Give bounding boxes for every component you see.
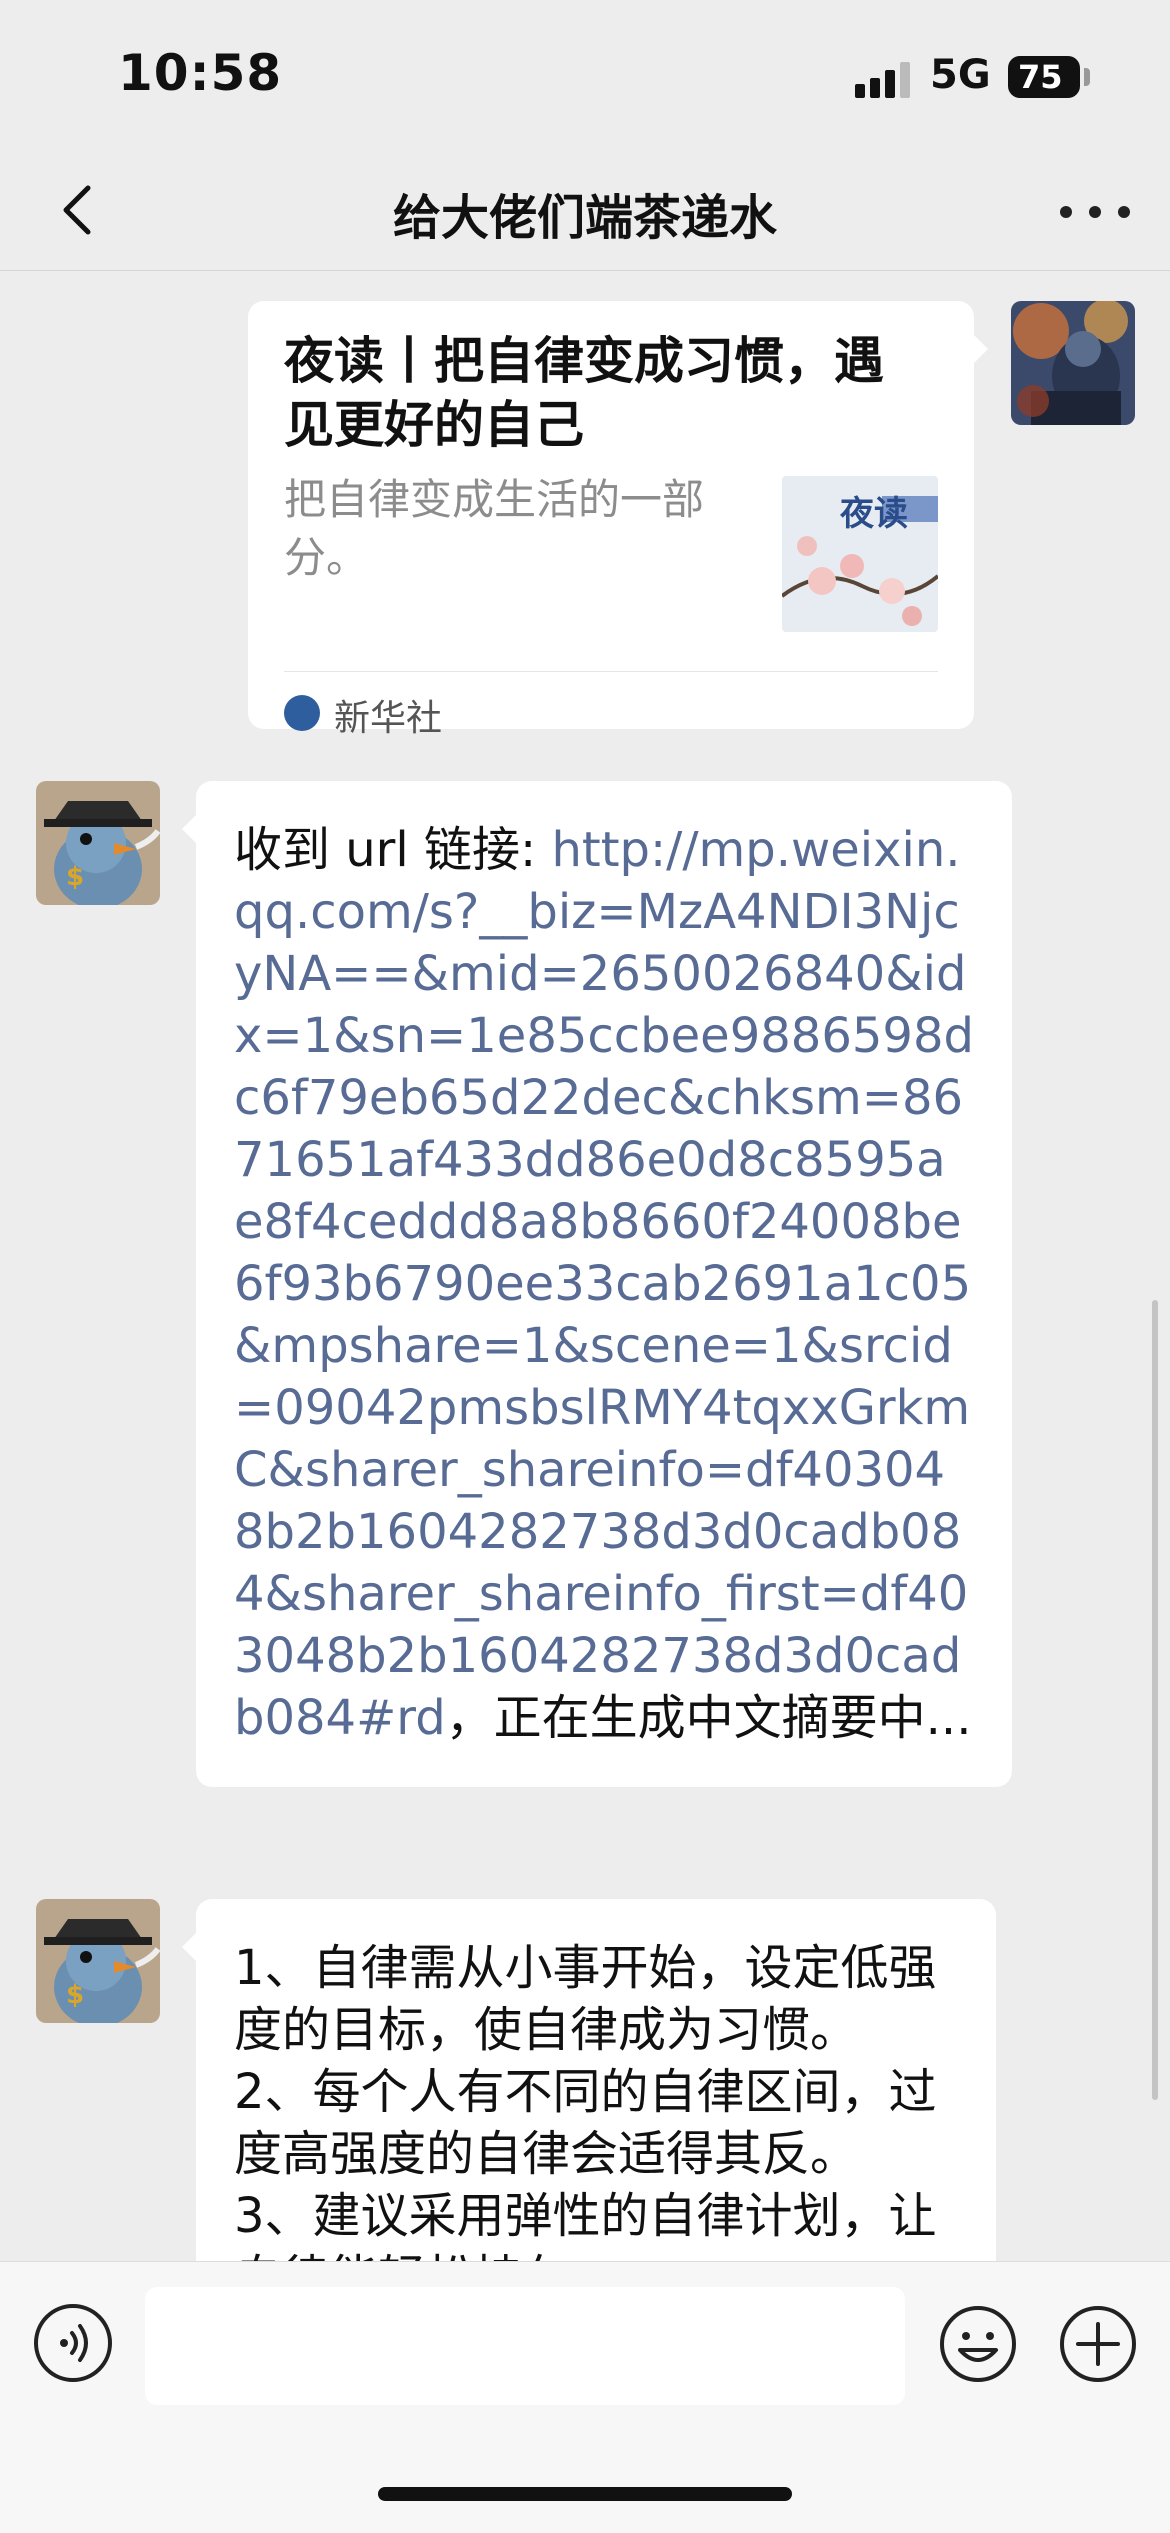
voice-input-button[interactable]: [34, 2304, 112, 2382]
article-card[interactable]: 夜读丨把自律变成习惯，遇见更好的自己 把自律变成生活的一部分。 夜读 新华社: [248, 301, 974, 739]
more-actions-button[interactable]: [1058, 2304, 1138, 2384]
message-prefix: 收到 url 链接:: [234, 822, 552, 878]
scrollbar[interactable]: [1152, 1300, 1158, 2100]
more-options-button[interactable]: [1060, 202, 1130, 222]
chat-title: 给大佬们端茶递水: [392, 190, 777, 246]
bot-avatar[interactable]: $: [36, 781, 160, 905]
emoji-button[interactable]: [938, 2304, 1018, 2384]
message-list[interactable]: 夜读丨把自律变成习惯，遇见更好的自己 把自律变成生活的一部分。 夜读 新华社 $…: [0, 271, 1170, 2261]
message-input[interactable]: [145, 2287, 905, 2405]
summary-line: 2、每个人有不同的自律区间，过度高强度的自律会适得其反。: [234, 2064, 937, 2182]
article-title: 夜读丨把自律变成习惯，遇见更好的自己: [284, 332, 884, 454]
cellular-signal-icon: [855, 62, 915, 98]
message-text: 收到 url 链接: http://mp.weixin.qq.com/s?__b…: [196, 781, 1012, 1787]
status-time: 10:58: [118, 44, 283, 102]
my-avatar[interactable]: [1011, 301, 1135, 425]
message-bubble[interactable]: 1、自律需从小事开始，设定低强度的目标，使自律成为习惯。 2、每个人有不同的自律…: [196, 1899, 996, 2261]
message-bubble[interactable]: 收到 url 链接: http://mp.weixin.qq.com/s?__b…: [196, 781, 1012, 1787]
svg-text:$: $: [66, 862, 84, 892]
bubble-tail: [182, 1933, 196, 1961]
battery-level: 75: [1018, 58, 1063, 96]
svg-text:$: $: [66, 1980, 84, 2010]
network-type: 5G: [930, 52, 991, 98]
thumbnail-caption: 夜读: [840, 494, 908, 534]
bot-avatar[interactable]: $: [36, 1899, 160, 2023]
plus-icon: [1060, 2306, 1136, 2382]
bubble-tail: [182, 815, 196, 843]
voice-icon: [60, 2324, 88, 2362]
message-text: 1、自律需从小事开始，设定低强度的目标，使自律成为习惯。 2、每个人有不同的自律…: [196, 1899, 996, 2261]
url-link[interactable]: http://mp.weixin.qq.com/s?__biz=MzA4NDI3…: [234, 822, 974, 1746]
card-divider: [284, 671, 938, 672]
source-name: 新华社: [334, 698, 443, 739]
article-description: 把自律变成生活的一部分。: [284, 475, 705, 582]
battery-icon: 75: [1008, 56, 1080, 98]
smiley-icon: [940, 2306, 1016, 2382]
summary-line: 1、自律需从小事开始，设定低强度的目标，使自律成为习惯。: [234, 1940, 937, 2058]
message-suffix: ，正在生成中文摘要中...: [445, 1690, 972, 1746]
chat-header: 给大佬们端茶递水: [0, 150, 1170, 271]
bubble-tail: [974, 335, 988, 363]
battery-cap: [1084, 68, 1090, 86]
status-bar: 10:58 5G 75: [0, 0, 1170, 150]
article-thumbnail: 夜读: [782, 476, 938, 632]
summary-line: 3、建议采用弹性的自律计划，让自律能轻松持久。: [234, 2188, 937, 2261]
home-indicator[interactable]: [378, 2487, 792, 2501]
xinhua-logo-icon: [284, 695, 320, 731]
